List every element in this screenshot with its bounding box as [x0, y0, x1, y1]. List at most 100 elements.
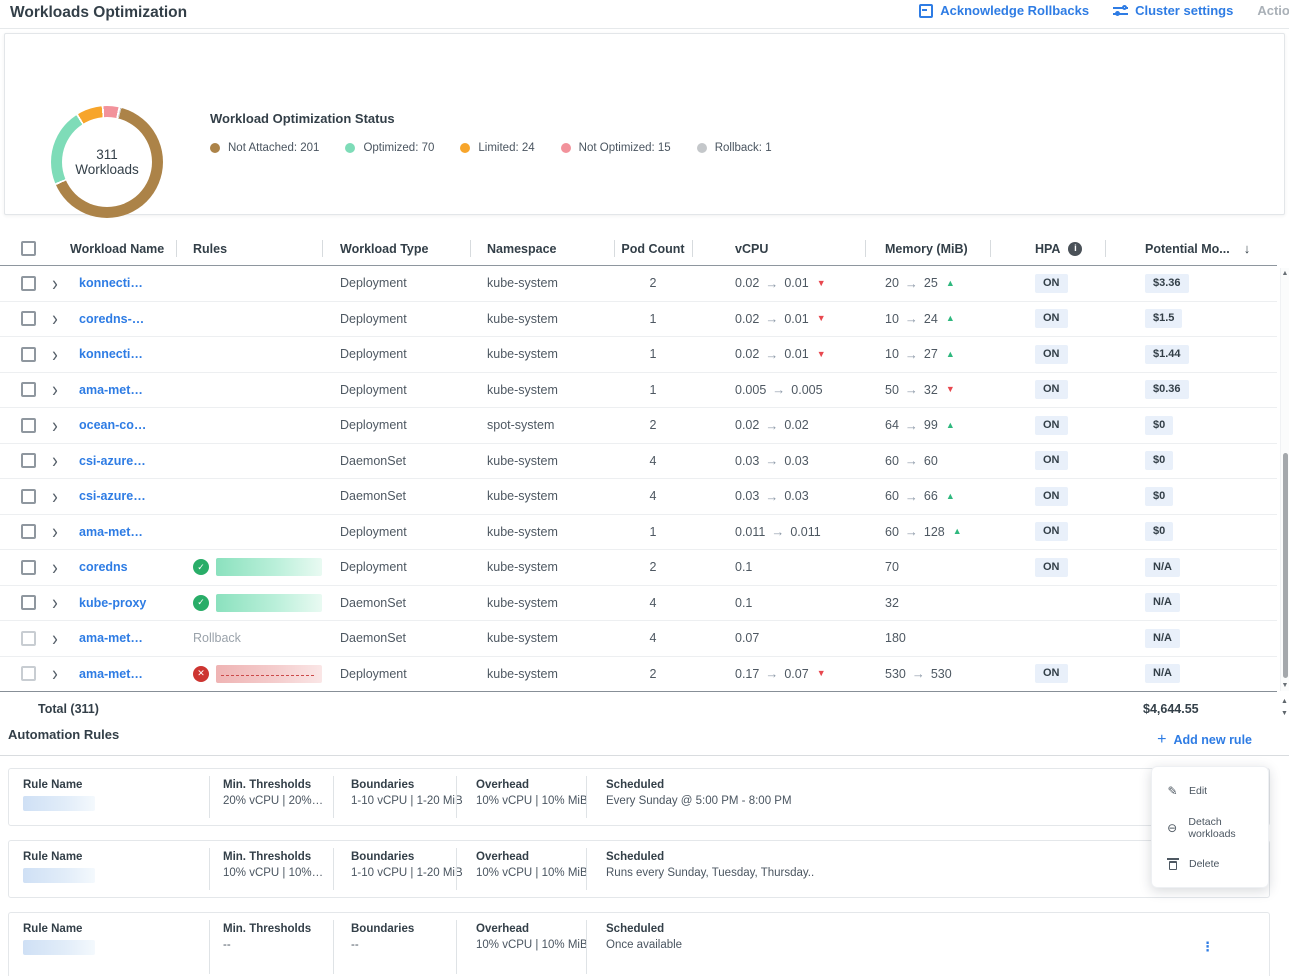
chevron-right-icon[interactable]: › [52, 415, 58, 436]
chevron-right-icon[interactable]: › [52, 379, 58, 400]
workload-name-link[interactable]: konnecti… [70, 347, 143, 361]
chevron-right-icon[interactable]: › [52, 663, 58, 684]
menu-item-delete[interactable]: Delete [1152, 849, 1268, 879]
workload-name-link[interactable]: kube-proxy [70, 596, 146, 610]
chevron-right-icon[interactable]: › [52, 344, 58, 365]
column-hpa[interactable]: HPA i [990, 232, 1105, 265]
table-row: ›coredns✓Deploymentkube-system20.170ONN/… [0, 550, 1277, 586]
scheduled-col: ScheduledOnce available [586, 913, 1269, 976]
menu-item-delete-label: Delete [1189, 858, 1219, 870]
row-checkbox[interactable] [21, 595, 36, 610]
arrow-right-icon: → [771, 524, 784, 539]
chevron-right-icon[interactable]: › [52, 521, 58, 542]
row-checkbox[interactable] [21, 631, 36, 646]
workload-name-link[interactable]: konnecti… [70, 276, 143, 290]
trend-up-icon: ▲ [946, 492, 955, 501]
chevron-right-icon[interactable]: › [52, 628, 58, 649]
chevron-right-icon[interactable]: › [52, 308, 58, 329]
vcpu-recommended: 0.02 [784, 418, 808, 432]
page-scroll-down-icon[interactable]: ▼ [1280, 708, 1289, 720]
column-workload-name[interactable]: Workload Name [70, 232, 176, 265]
chevron-right-icon[interactable]: › [52, 486, 58, 507]
column-vcpu[interactable]: vCPU [692, 232, 865, 265]
column-memory[interactable]: Memory (MiB) [865, 232, 990, 265]
menu-item-edit[interactable]: ✎ Edit [1152, 775, 1268, 807]
potential-cell: $1.44 [1105, 337, 1277, 372]
workload-name-link[interactable]: csi-azure… [70, 489, 146, 503]
column-workload-type[interactable]: Workload Type [322, 232, 470, 265]
row-checkbox[interactable] [21, 666, 36, 681]
column-rules[interactable]: Rules [176, 232, 322, 265]
memory-recommended: 530 [931, 667, 952, 681]
chevron-right-icon[interactable]: › [52, 450, 58, 471]
chevron-right-icon[interactable]: › [52, 273, 58, 294]
row-checkbox-cell [0, 657, 40, 692]
workload-name-link[interactable]: coredns [70, 560, 128, 574]
sort-descending-icon[interactable]: ↓ [1244, 241, 1251, 256]
row-checkbox-cell [0, 515, 40, 550]
memory-cell: 60→128▲ [865, 515, 990, 550]
workload-name-link[interactable]: ama-met… [70, 525, 143, 539]
arrow-right-icon: → [905, 347, 918, 362]
vcpu-cell: 0.1 [692, 550, 865, 585]
vcpu-cell: 0.011→0.011 [692, 515, 865, 550]
workload-name-link[interactable]: csi-azure… [70, 454, 146, 468]
actions-button[interactable]: Actions [1257, 3, 1289, 18]
column-potential[interactable]: Potential Mo... ↓ [1105, 232, 1277, 265]
vcpu-recommended: 0.07 [784, 667, 808, 681]
overhead-label: Overhead [476, 923, 586, 935]
workload-name-link[interactable]: ama-met… [70, 631, 143, 645]
row-checkbox[interactable] [21, 489, 36, 504]
row-checkbox[interactable] [21, 382, 36, 397]
table-scrollbar[interactable]: ▲ ▼ [1280, 268, 1289, 691]
row-checkbox[interactable] [21, 418, 36, 433]
scrollbar-thumb[interactable] [1283, 453, 1288, 678]
row-checkbox[interactable] [21, 276, 36, 291]
arrow-right-icon: → [765, 347, 778, 362]
donut-chart: 311 Workloads [51, 106, 163, 218]
row-checkbox[interactable] [21, 524, 36, 539]
workload-name-link[interactable]: ama-met… [70, 383, 143, 397]
select-all-checkbox[interactable] [21, 241, 36, 256]
workload-name-link[interactable]: coredns-… [70, 312, 144, 326]
scroll-up-icon[interactable]: ▲ [1281, 270, 1289, 277]
add-new-rule-label: Add new rule [1174, 733, 1252, 747]
hpa-info-icon[interactable]: i [1068, 242, 1082, 256]
namespace-cell: kube-system [470, 444, 614, 479]
row-checkbox[interactable] [21, 347, 36, 362]
row-checkbox[interactable] [21, 453, 36, 468]
scroll-down-icon[interactable]: ▼ [1281, 682, 1289, 689]
trend-up-icon: ▲ [946, 350, 955, 359]
chevron-right-icon[interactable]: › [52, 557, 58, 578]
boundaries-label: Boundaries [351, 851, 456, 863]
chevron-right-icon[interactable]: › [52, 592, 58, 613]
scheduled-label: Scheduled [606, 923, 1269, 935]
row-expand-cell: › [40, 657, 70, 692]
overhead-label: Overhead [476, 851, 586, 863]
namespace-value: kube-system [487, 454, 558, 468]
hpa-cell: ON [990, 444, 1105, 479]
workload-name-link[interactable]: ama-met… [70, 667, 143, 681]
row-checkbox[interactable] [21, 560, 36, 575]
page-scroll-up-icon[interactable]: ▲ [1280, 696, 1289, 708]
section-divider [0, 755, 1289, 756]
menu-item-detach-workloads[interactable]: ⊖ Detach workloads [1152, 807, 1268, 849]
hpa-cell [990, 586, 1105, 621]
column-potential-label: Potential Mo... [1145, 242, 1230, 256]
column-pod-count[interactable]: Pod Count [614, 232, 692, 265]
page-scrollbar[interactable]: ▲ ▼ [1280, 696, 1289, 726]
row-checkbox[interactable] [21, 311, 36, 326]
row-expand-cell: › [40, 479, 70, 514]
acknowledge-rollbacks-button[interactable]: Acknowledge Rollbacks [919, 3, 1089, 18]
cluster-settings-button[interactable]: Cluster settings [1113, 3, 1233, 18]
rule-kebab-menu-icon[interactable]: ⋮ [1201, 939, 1214, 955]
vcpu-recommended: 0.03 [784, 454, 808, 468]
column-namespace[interactable]: Namespace [470, 232, 614, 265]
rules-cell: ✓ [176, 586, 322, 621]
table-row: ›kube-proxy✓DaemonSetkube-system40.132N/… [0, 586, 1277, 622]
hpa-on-badge: ON [1035, 487, 1068, 506]
overhead-col: Overhead10% vCPU | 10% MiB [456, 913, 586, 976]
total-row: Total (311) $4,644.55 [0, 691, 1277, 726]
add-new-rule-button[interactable]: + Add new rule [1157, 732, 1252, 748]
workload-name-link[interactable]: ocean-co… [70, 418, 146, 432]
